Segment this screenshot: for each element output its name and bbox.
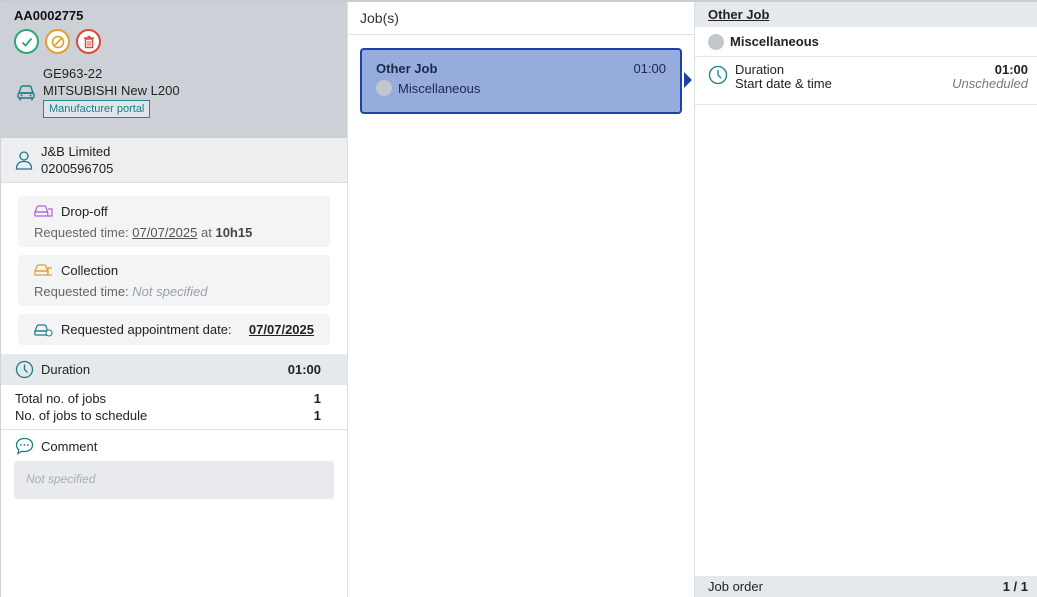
category-dot-icon <box>376 80 392 96</box>
collection-card[interactable]: Collection Requested time: Not specified <box>18 255 330 306</box>
duration-bar: Duration 01:00 <box>1 354 347 385</box>
job-order-footer: Job order 1 / 1 <box>695 576 1037 597</box>
customer-name: J&B Limited <box>41 144 111 159</box>
customer-block[interactable]: J&B Limited 0200596705 <box>1 138 347 183</box>
duration-label: Duration <box>41 362 91 377</box>
detail-start-label: Start date & time <box>735 76 832 91</box>
jobs-to-schedule-value: 1 <box>313 408 321 423</box>
jobs-to-schedule-label: No. of jobs to schedule <box>15 408 148 423</box>
check-circle-icon <box>21 37 32 47</box>
job-card[interactable]: Other Job 01:00 Miscellaneous <box>360 48 692 114</box>
car-dropoff-icon <box>34 205 53 217</box>
dropoff-time: 10h15 <box>215 225 253 240</box>
job-order-value: 1 / 1 <box>1002 579 1028 594</box>
job-category: Miscellaneous <box>398 80 481 96</box>
job-detail-title-link[interactable]: Other Job <box>708 7 769 22</box>
collection-value: Not specified <box>132 284 208 299</box>
vehicle-info: GE963-22 MITSUBISHI New L200 Manufacture… <box>15 65 180 118</box>
job-detail-header: Other Job <box>695 2 1037 27</box>
order-number: AA0002775 <box>14 8 84 23</box>
job-detail-panel: Other Job Miscellaneous Duration Start d… <box>695 2 1037 597</box>
vehicle-plate: GE963-22 <box>43 66 103 81</box>
delete-button[interactable] <box>76 29 101 54</box>
app-root: AA0002775 GE963-22 MITSUBISHI New L200 M… <box>0 0 1037 597</box>
appointment-label: Requested appointment date: <box>61 322 232 337</box>
dropoff-at: at <box>201 225 212 240</box>
comment-header: Comment <box>1 430 347 461</box>
detail-duration-label: Duration <box>735 62 785 77</box>
detail-start-value: Unscheduled <box>952 76 1028 91</box>
comment-label: Comment <box>41 438 98 454</box>
order-panel: AA0002775 GE963-22 MITSUBISHI New L200 M… <box>0 2 348 597</box>
dropoff-title: Drop-off <box>61 203 108 219</box>
total-jobs-value: 1 <box>313 391 321 406</box>
appointment-date: 07/07/2025 <box>248 322 314 337</box>
validate-button[interactable] <box>14 29 39 54</box>
job-order-label: Job order <box>708 579 763 594</box>
duration-value: 01:00 <box>287 362 321 377</box>
manufacturer-portal-button[interactable]: Manufacturer portal <box>43 100 151 118</box>
ban-icon <box>51 35 64 48</box>
comment-field[interactable]: Not specified <box>14 461 334 499</box>
collection-title: Collection <box>61 262 119 278</box>
job-detail-category: Miscellaneous <box>695 27 1037 57</box>
trash-icon <box>83 35 94 48</box>
dropoff-label: Requested time: <box>34 225 129 240</box>
car-collection-icon <box>34 264 52 276</box>
vehicle-model: MITSUBISHI New L200 <box>43 83 180 98</box>
collection-label: Requested time: <box>34 284 129 299</box>
dropoff-card[interactable]: Drop-off Requested time: 07/07/2025 at 1… <box>18 196 330 247</box>
clock-icon <box>708 65 728 85</box>
vehicle-header: AA0002775 GE963-22 MITSUBISHI New L200 M… <box>1 2 347 138</box>
customer-phone: 0200596705 <box>41 161 114 176</box>
dropoff-date: 07/07/2025 <box>132 225 198 240</box>
person-icon <box>15 151 33 170</box>
job-detail-category-label: Miscellaneous <box>730 34 819 49</box>
total-jobs-label: Total no. of jobs <box>15 391 107 406</box>
detail-duration-value: 01:00 <box>994 62 1028 77</box>
job-duration: 01:00 <box>633 61 666 76</box>
jobs-header: Job(s) <box>348 2 694 35</box>
chat-icon <box>15 437 34 455</box>
job-name: Other Job <box>376 61 438 76</box>
clock-icon <box>15 360 34 379</box>
appointment-card[interactable]: Requested appointment date: 07/07/2025 <box>18 314 330 345</box>
order-actions <box>14 29 334 54</box>
category-dot-icon <box>708 33 724 50</box>
jobs-panel: Job(s) Other Job 01:00 Miscellaneous <box>348 2 695 597</box>
car-icon <box>17 84 35 100</box>
cancel-button[interactable] <box>45 29 70 54</box>
car-calendar-icon <box>34 323 53 337</box>
job-counts: Total no. of jobs 1 No. of jobs to sched… <box>1 385 347 430</box>
job-detail-schedule: Duration Start date & time 01:00 Unsched… <box>695 57 1037 105</box>
